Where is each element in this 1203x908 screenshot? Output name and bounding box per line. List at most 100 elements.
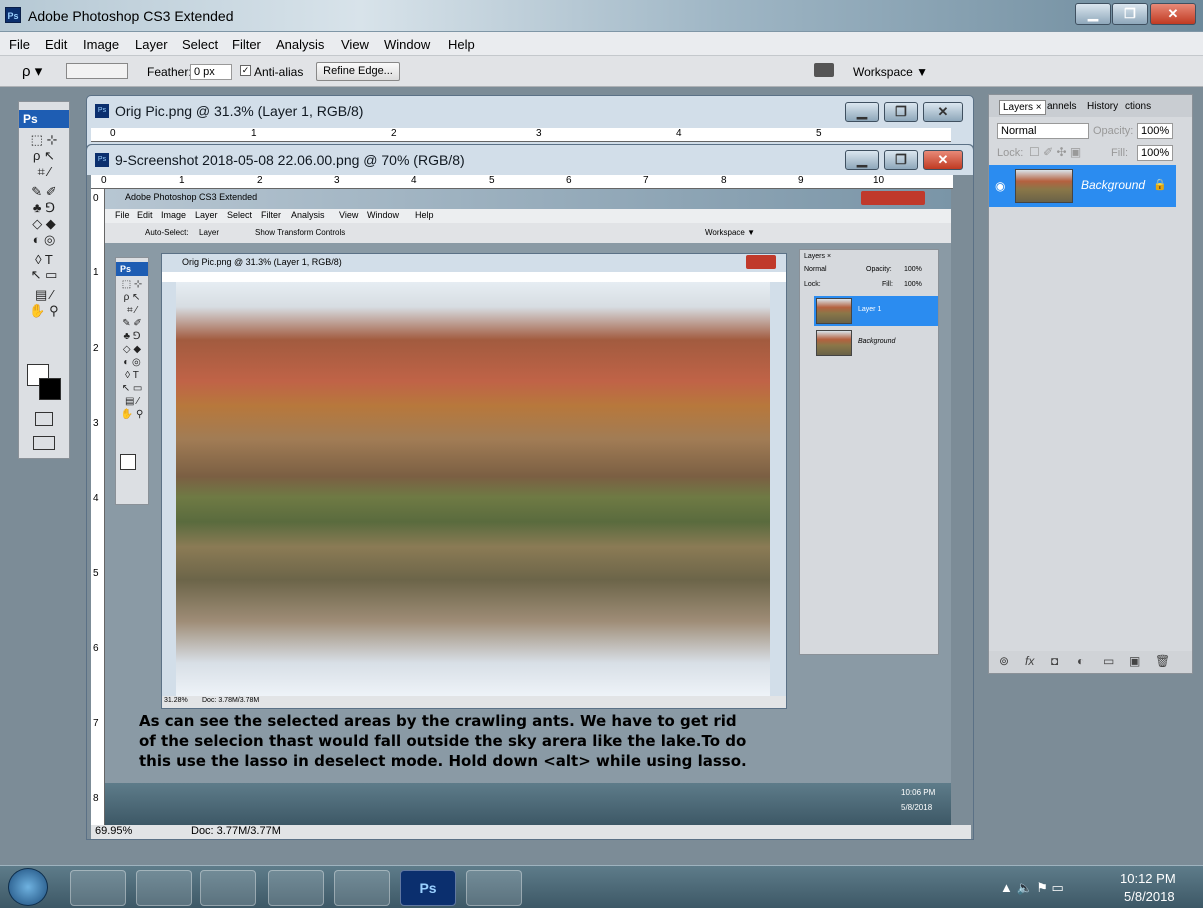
inner-window-buttons: [861, 191, 925, 205]
menu-view[interactable]: View: [341, 37, 369, 52]
tab-history[interactable]: History: [1087, 101, 1118, 112]
screenshot-maximize-button[interactable]: ❐: [884, 150, 918, 170]
orig-maximize-button[interactable]: ❐: [884, 102, 918, 122]
dodge-tool-icon[interactable]: ◐ ◎: [19, 232, 69, 248]
clock-time[interactable]: 10:12 PM: [1120, 871, 1176, 886]
inner-titlebar: Adobe Photoshop CS3 Extended: [105, 189, 951, 209]
workspace-icon: [814, 63, 834, 77]
minimize-button[interactable]: ▁: [1075, 3, 1111, 25]
menu-layer[interactable]: Layer: [135, 37, 168, 52]
photo-viewer-icon[interactable]: [466, 870, 522, 906]
tutorial-caption: As can see the selected areas by the cra…: [139, 711, 859, 771]
clock-date[interactable]: 5/8/2018: [1124, 889, 1175, 904]
menu-select[interactable]: Select: [182, 37, 218, 52]
options-bar: ρ ▾ Feather: 0 px ✓ Anti-alias Refine Ed…: [0, 56, 1203, 87]
brush-tool-icon[interactable]: ✎ ✐: [19, 184, 69, 200]
notes-tool-icon[interactable]: ▤ ⁄: [19, 287, 69, 303]
caption-line-1: As can see the selected areas by the cra…: [139, 712, 737, 730]
orig-ruler: 0 1 2 3 4 5: [91, 128, 951, 142]
menu-help[interactable]: Help: [448, 37, 475, 52]
group-icon[interactable]: ▭: [1103, 654, 1114, 668]
maximize-button[interactable]: ❐: [1112, 3, 1148, 25]
trash-icon[interactable]: 🗑: [1155, 654, 1170, 668]
path-select-icon[interactable]: ↖ ▭: [19, 267, 69, 283]
photoshop-taskbar-button[interactable]: Ps: [400, 870, 456, 906]
horizontal-ruler: 0 1 2 3 4 5 6 7 8 9 10: [91, 175, 953, 189]
zoom-level[interactable]: 69.95%: [95, 825, 132, 837]
pen-tool-icon[interactable]: ◊ T: [19, 252, 69, 267]
foreground-color-swatch[interactable]: [39, 378, 61, 400]
background-layer-row[interactable]: ◉ Background 🔒: [989, 165, 1176, 207]
workspace-menu[interactable]: Workspace ▼: [853, 65, 928, 79]
layers-panel: Layers × annels History ctions Normal Op…: [988, 94, 1193, 674]
inner-optbar: Auto-Select: Layer Show Transform Contro…: [105, 223, 951, 243]
inner-orig-window: Orig Pic.png @ 31.3% (Layer 1, RGB/8) 31…: [161, 253, 787, 709]
menu-window[interactable]: Window: [384, 37, 430, 52]
orig-pic-title: Orig Pic.png @ 31.3% (Layer 1, RGB/8): [115, 103, 364, 119]
lake-photo: [176, 282, 770, 696]
inner-orig-title: Orig Pic.png @ 31.3% (Layer 1, RGB/8): [182, 257, 342, 267]
screenshot-close-button[interactable]: ✕: [923, 150, 963, 170]
marquee-tool-icon[interactable]: ⬚ ⊹: [19, 132, 69, 148]
inner-menubar: File Edit Image Layer Select Filter Anal…: [105, 209, 951, 223]
lasso-tool-icon[interactable]: ρ ↖: [19, 148, 69, 164]
selection-mode-buttons[interactable]: [66, 63, 128, 79]
feather-label: Feather:: [147, 65, 192, 79]
fill-input[interactable]: 100%: [1137, 145, 1173, 161]
media-player-icon[interactable]: [200, 870, 256, 906]
screenshot-window[interactable]: Ps 9-Screenshot 2018-05-08 22.06.00.png …: [86, 144, 974, 840]
vertical-ruler: 0 1 2 3 4 5 6 7 8: [91, 189, 105, 825]
orig-close-button[interactable]: ✕: [923, 102, 963, 122]
tab-channels[interactable]: annels: [1047, 101, 1076, 112]
file-explorer-icon[interactable]: [70, 870, 126, 906]
presentation-icon[interactable]: [334, 870, 390, 906]
inner-taskbar: 10:06 PM 5/8/2018: [105, 783, 951, 825]
crop-tool-icon[interactable]: ⌗ ⁄: [19, 164, 69, 180]
mask-icon[interactable]: ◘: [1051, 654, 1058, 668]
doc-icon: Ps: [95, 104, 109, 118]
hand-zoom-icon[interactable]: ✋ ⚲: [19, 303, 69, 319]
lasso-tool-icon[interactable]: ρ ▾: [22, 62, 42, 80]
screenshot-minimize-button[interactable]: ▁: [845, 150, 879, 170]
opacity-input[interactable]: 100%: [1137, 123, 1173, 139]
link-layers-icon[interactable]: ⊚: [999, 654, 1009, 668]
stamp-tool-icon[interactable]: ♣ ⅁: [19, 200, 69, 216]
fill-label: Fill:: [1111, 147, 1129, 159]
blend-mode-select[interactable]: Normal: [997, 123, 1089, 139]
firefox-icon[interactable]: [136, 870, 192, 906]
menu-edit[interactable]: Edit: [45, 37, 67, 52]
menu-analysis[interactable]: Analysis: [276, 37, 324, 52]
tab-layers[interactable]: Layers ×: [999, 100, 1046, 115]
menu-image[interactable]: Image: [83, 37, 119, 52]
fx-icon[interactable]: fx: [1025, 654, 1034, 668]
menu-file[interactable]: File: [9, 37, 30, 52]
refine-edge-button[interactable]: Refine Edge...: [316, 62, 400, 81]
layer-lock-icon: 🔒: [1153, 179, 1167, 191]
opacity-label: Opacity:: [1093, 125, 1134, 137]
visibility-eye-icon[interactable]: ◉: [995, 179, 1005, 193]
mail-icon[interactable]: [268, 870, 324, 906]
screen-mode-icon[interactable]: [33, 436, 55, 450]
feather-input[interactable]: 0 px: [190, 64, 232, 80]
panel-footer: ⊚ fx ◘ ◐ ▭ ▣ 🗑: [989, 651, 1192, 673]
inner-orig-close: [746, 255, 776, 269]
main-toolbox: Ps ⬚ ⊹ ρ ↖ ⌗ ⁄ ✎ ✐ ♣ ⅁ ◇ ◆ ◐ ◎ ◊ T ↖ ▭ ▤…: [18, 101, 70, 459]
toolbox-ps-logo: Ps: [19, 110, 69, 128]
tab-actions[interactable]: ctions: [1125, 101, 1151, 112]
eraser-tool-icon[interactable]: ◇ ◆: [19, 216, 69, 232]
title-bar: Ps Adobe Photoshop CS3 Extended ▁ ❐ ✕: [0, 0, 1203, 32]
adjustment-icon[interactable]: ◐: [1077, 654, 1084, 668]
close-button[interactable]: ✕: [1150, 3, 1196, 25]
layer-name[interactable]: Background: [1081, 178, 1145, 192]
quick-mask-icon[interactable]: [35, 412, 53, 426]
antialias-label: Anti-alias: [254, 65, 304, 79]
start-button[interactable]: [8, 868, 48, 906]
inner-toolbox: Ps ⬚ ⊹ ρ ↖ ⌗ ⁄ ✎ ✐ ♣ ⅁ ◇ ◆ ◐ ◎ ◊ T ↖ ▭ ▤ ⁄ ✋ ⚲: [115, 257, 149, 505]
inner-layer1-row: Layer 1: [814, 296, 938, 326]
lock-icons[interactable]: ☐ ✐ ✣ ▣: [1029, 145, 1081, 159]
orig-minimize-button[interactable]: ▁: [845, 102, 879, 122]
antialias-checkbox[interactable]: ✓: [240, 65, 251, 76]
new-layer-icon[interactable]: ▣: [1129, 654, 1140, 668]
tray-icons[interactable]: ▲ 🔈 ⚑ ▭: [1000, 880, 1064, 896]
menu-filter[interactable]: Filter: [232, 37, 261, 52]
